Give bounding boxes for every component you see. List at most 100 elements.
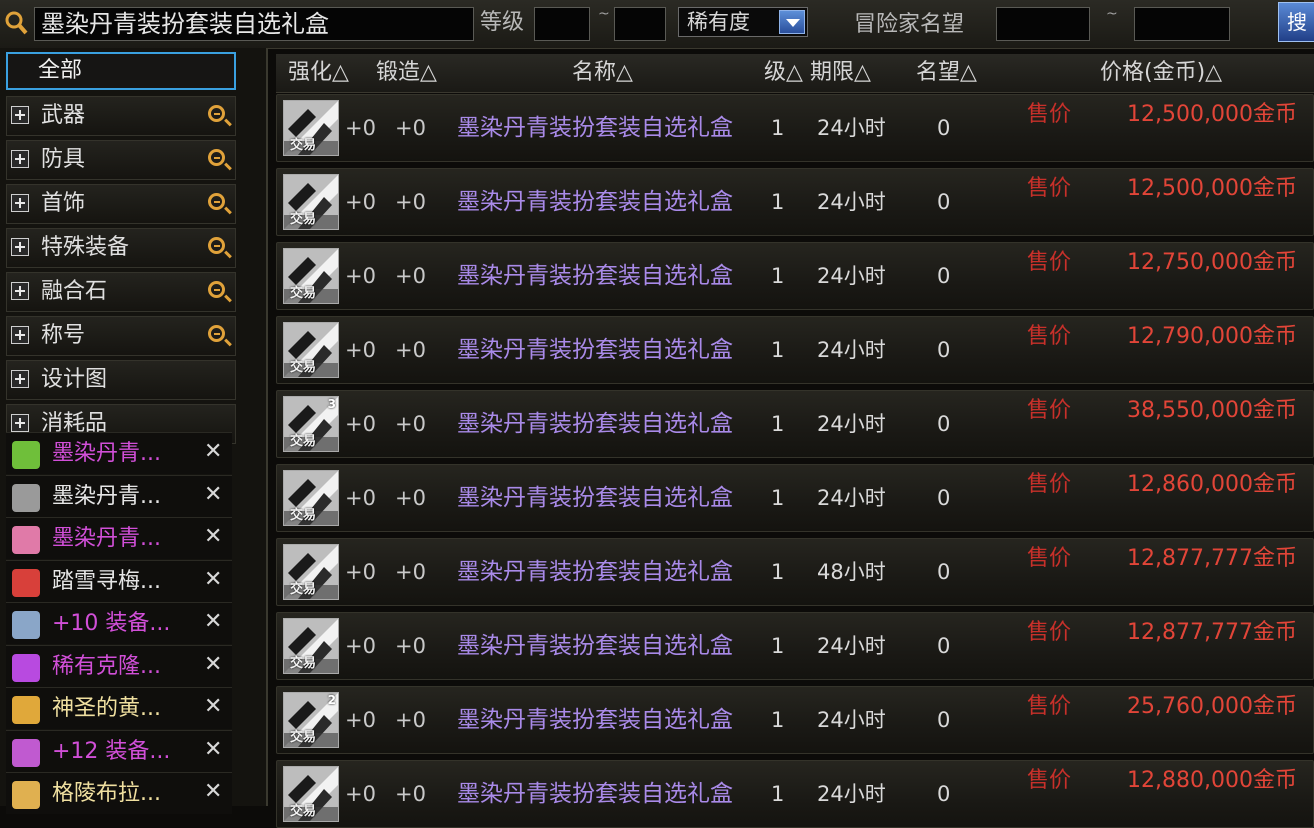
fame-min-field[interactable] [996, 7, 1090, 41]
close-icon[interactable]: ✕ [204, 568, 226, 591]
item-name[interactable]: 墨染丹青装扮套装自选礼盒 [457, 391, 733, 457]
expand-plus-icon[interactable] [11, 326, 29, 344]
sale-price-label: 售价 [1027, 324, 1072, 349]
expand-plus-icon[interactable] [11, 370, 29, 388]
sort-forge-header[interactable]: 锻造△ [376, 54, 437, 92]
sidebar-category-item[interactable]: 特殊装备 [6, 228, 236, 268]
zoom-in-icon[interactable] [208, 105, 225, 122]
table-row[interactable]: 2 交易 +0 +0 墨染丹青装扮套装自选礼盒 1 24小时 0 售价 25,760,000金币 [276, 686, 1314, 754]
sort-enhance-header[interactable]: 强化△ [288, 54, 349, 92]
expand-plus-icon[interactable] [11, 238, 29, 256]
table-row[interactable]: 交易 +0 +0 墨染丹青装扮套装自选礼盒 1 24小时 0 售价 12,860,000金币 [276, 464, 1314, 532]
search-history-item[interactable]: 墨染丹青... ✕ [6, 474, 232, 517]
sidebar-category-item[interactable]: 设计图 [6, 360, 236, 400]
table-row[interactable]: 交易 +0 +0 墨染丹青装扮套装自选礼盒 1 24小时 0 售价 12,750,000金币 [276, 242, 1314, 310]
close-icon[interactable]: ✕ [204, 611, 226, 633]
item-name[interactable]: 墨染丹青装扮套装自选礼盒 [457, 169, 733, 235]
sort-name-header[interactable]: 名称△ [572, 54, 633, 92]
fame-max-field[interactable] [1134, 7, 1230, 41]
search-history-item[interactable]: 神圣的黄... ✕ [6, 687, 232, 729]
gift-box-icon[interactable]: 交易 [283, 544, 339, 600]
search-history-item[interactable]: 格陵布拉... ✕ [6, 772, 232, 814]
gift-box-icon[interactable]: 交易 [283, 100, 339, 156]
gift-box-icon[interactable]: 交易 [283, 174, 339, 230]
expand-plus-icon[interactable] [11, 414, 29, 432]
item-name[interactable]: 墨染丹青装扮套装自选礼盒 [457, 465, 733, 531]
level-value: 1 [771, 264, 785, 288]
item-name[interactable]: 墨染丹青装扮套装自选礼盒 [457, 95, 733, 161]
zoom-in-icon[interactable] [208, 149, 225, 166]
chevron-down-icon[interactable] [779, 10, 805, 34]
fame-value: 0 [937, 782, 951, 806]
item-name[interactable]: 墨染丹青装扮套装自选礼盒 [457, 539, 733, 605]
level-label: 等级 [480, 10, 525, 35]
gift-box-icon[interactable]: 交易 [283, 618, 339, 674]
zoom-in-icon[interactable] [208, 237, 225, 254]
sort-level-header[interactable]: 级△ [764, 54, 803, 92]
sidebar-category-item[interactable]: 武器 [6, 96, 236, 136]
close-icon[interactable]: ✕ [204, 738, 226, 761]
fame-value: 0 [937, 190, 951, 214]
item-name[interactable]: 墨染丹青装扮套装自选礼盒 [457, 613, 733, 679]
table-row[interactable]: 交易 +0 +0 墨染丹青装扮套装自选礼盒 1 24小时 0 售价 12,500,000金币 [276, 94, 1314, 162]
trade-tag: 交易 [290, 212, 317, 227]
expand-plus-icon[interactable] [11, 150, 29, 168]
history-item-label: +10 装备... [52, 611, 171, 636]
price-value: 12,500,000金币 [1127, 102, 1297, 127]
fame-value: 0 [937, 116, 951, 140]
gift-box-icon[interactable]: 交易 [283, 248, 339, 304]
close-icon[interactable]: ✕ [204, 526, 226, 548]
level-max-field[interactable] [614, 7, 666, 41]
close-icon[interactable]: ✕ [204, 441, 226, 463]
search-icon[interactable] [4, 10, 28, 36]
close-icon[interactable]: ✕ [204, 653, 226, 676]
search-history-item[interactable]: +12 装备... ✕ [6, 729, 232, 772]
category-all[interactable]: 全部 [6, 52, 236, 90]
zoom-in-icon[interactable] [208, 281, 225, 298]
item-name[interactable]: 墨染丹青装扮套装自选礼盒 [457, 761, 733, 827]
rarity-dropdown[interactable]: 稀有度 [678, 7, 808, 37]
gift-box-icon[interactable]: 交易 [283, 322, 339, 378]
search-history-item[interactable]: 踏雪寻梅... ✕ [6, 559, 232, 602]
table-row[interactable]: 交易 +0 +0 墨染丹青装扮套装自选礼盒 1 24小时 0 售价 12,500,000金币 [276, 168, 1314, 236]
expand-plus-icon[interactable] [11, 194, 29, 212]
item-name[interactable]: 墨染丹青装扮套装自选礼盒 [457, 243, 733, 309]
close-icon[interactable]: ✕ [204, 781, 226, 803]
zoom-in-icon[interactable] [208, 325, 225, 342]
sidebar-category-item[interactable]: 融合石 [6, 272, 236, 312]
table-row[interactable]: 交易 +0 +0 墨染丹青装扮套装自选礼盒 1 24小时 0 售价 12,877,777金币 [276, 612, 1314, 680]
table-row[interactable]: 交易 +0 +0 墨染丹青装扮套装自选礼盒 1 48小时 0 售价 12,877,777金币 [276, 538, 1314, 606]
fame-value: 0 [937, 708, 951, 732]
sort-period-header[interactable]: 期限△ [810, 54, 871, 92]
expand-plus-icon[interactable] [11, 282, 29, 300]
sidebar-category-item[interactable]: 称号 [6, 316, 236, 356]
sort-price-header[interactable]: 价格(金币)△ [1100, 54, 1222, 92]
table-row[interactable]: 3 交易 +0 +0 墨染丹青装扮套装自选礼盒 1 24小时 0 售价 38,550,000金币 [276, 390, 1314, 458]
search-history-item[interactable]: 稀有克隆... ✕ [6, 644, 232, 687]
sidebar-category-item[interactable]: 防具 [6, 140, 236, 180]
level-min-field[interactable] [534, 7, 590, 41]
search-history-item[interactable]: +10 装备... ✕ [6, 602, 232, 644]
item-name[interactable]: 墨染丹青装扮套装自选礼盒 [457, 687, 733, 753]
level-value: 1 [771, 634, 785, 658]
gift-box-icon[interactable]: 2 交易 [283, 692, 339, 748]
close-icon[interactable]: ✕ [204, 696, 226, 718]
search-history-item[interactable]: 墨染丹青... ✕ [6, 432, 232, 474]
expand-plus-icon[interactable] [11, 106, 29, 124]
zoom-in-icon[interactable] [208, 193, 225, 210]
fame-value: 0 [937, 338, 951, 362]
item-name[interactable]: 墨染丹青装扮套装自选礼盒 [457, 317, 733, 383]
period-value: 24小时 [817, 116, 886, 140]
category-label: 设计图 [41, 367, 108, 392]
search-input[interactable]: 墨染丹青装扮套装自选礼盒 [34, 7, 474, 41]
sidebar-category-item[interactable]: 首饰 [6, 184, 236, 224]
search-button[interactable]: 搜 [1278, 2, 1314, 42]
gift-box-icon[interactable]: 3 交易 [283, 396, 339, 452]
table-row[interactable]: 交易 +0 +0 墨染丹青装扮套装自选礼盒 1 24小时 0 售价 12,790,000金币 [276, 316, 1314, 384]
search-history-item[interactable]: 墨染丹青... ✕ [6, 517, 232, 559]
gift-box-icon[interactable]: 交易 [283, 766, 339, 822]
gift-box-icon[interactable]: 交易 [283, 470, 339, 526]
sort-fame-header[interactable]: 名望△ [916, 54, 977, 92]
table-row[interactable]: 交易 +0 +0 墨染丹青装扮套装自选礼盒 1 24小时 0 售价 12,880,000金币 [276, 760, 1314, 828]
close-icon[interactable]: ✕ [204, 483, 226, 506]
